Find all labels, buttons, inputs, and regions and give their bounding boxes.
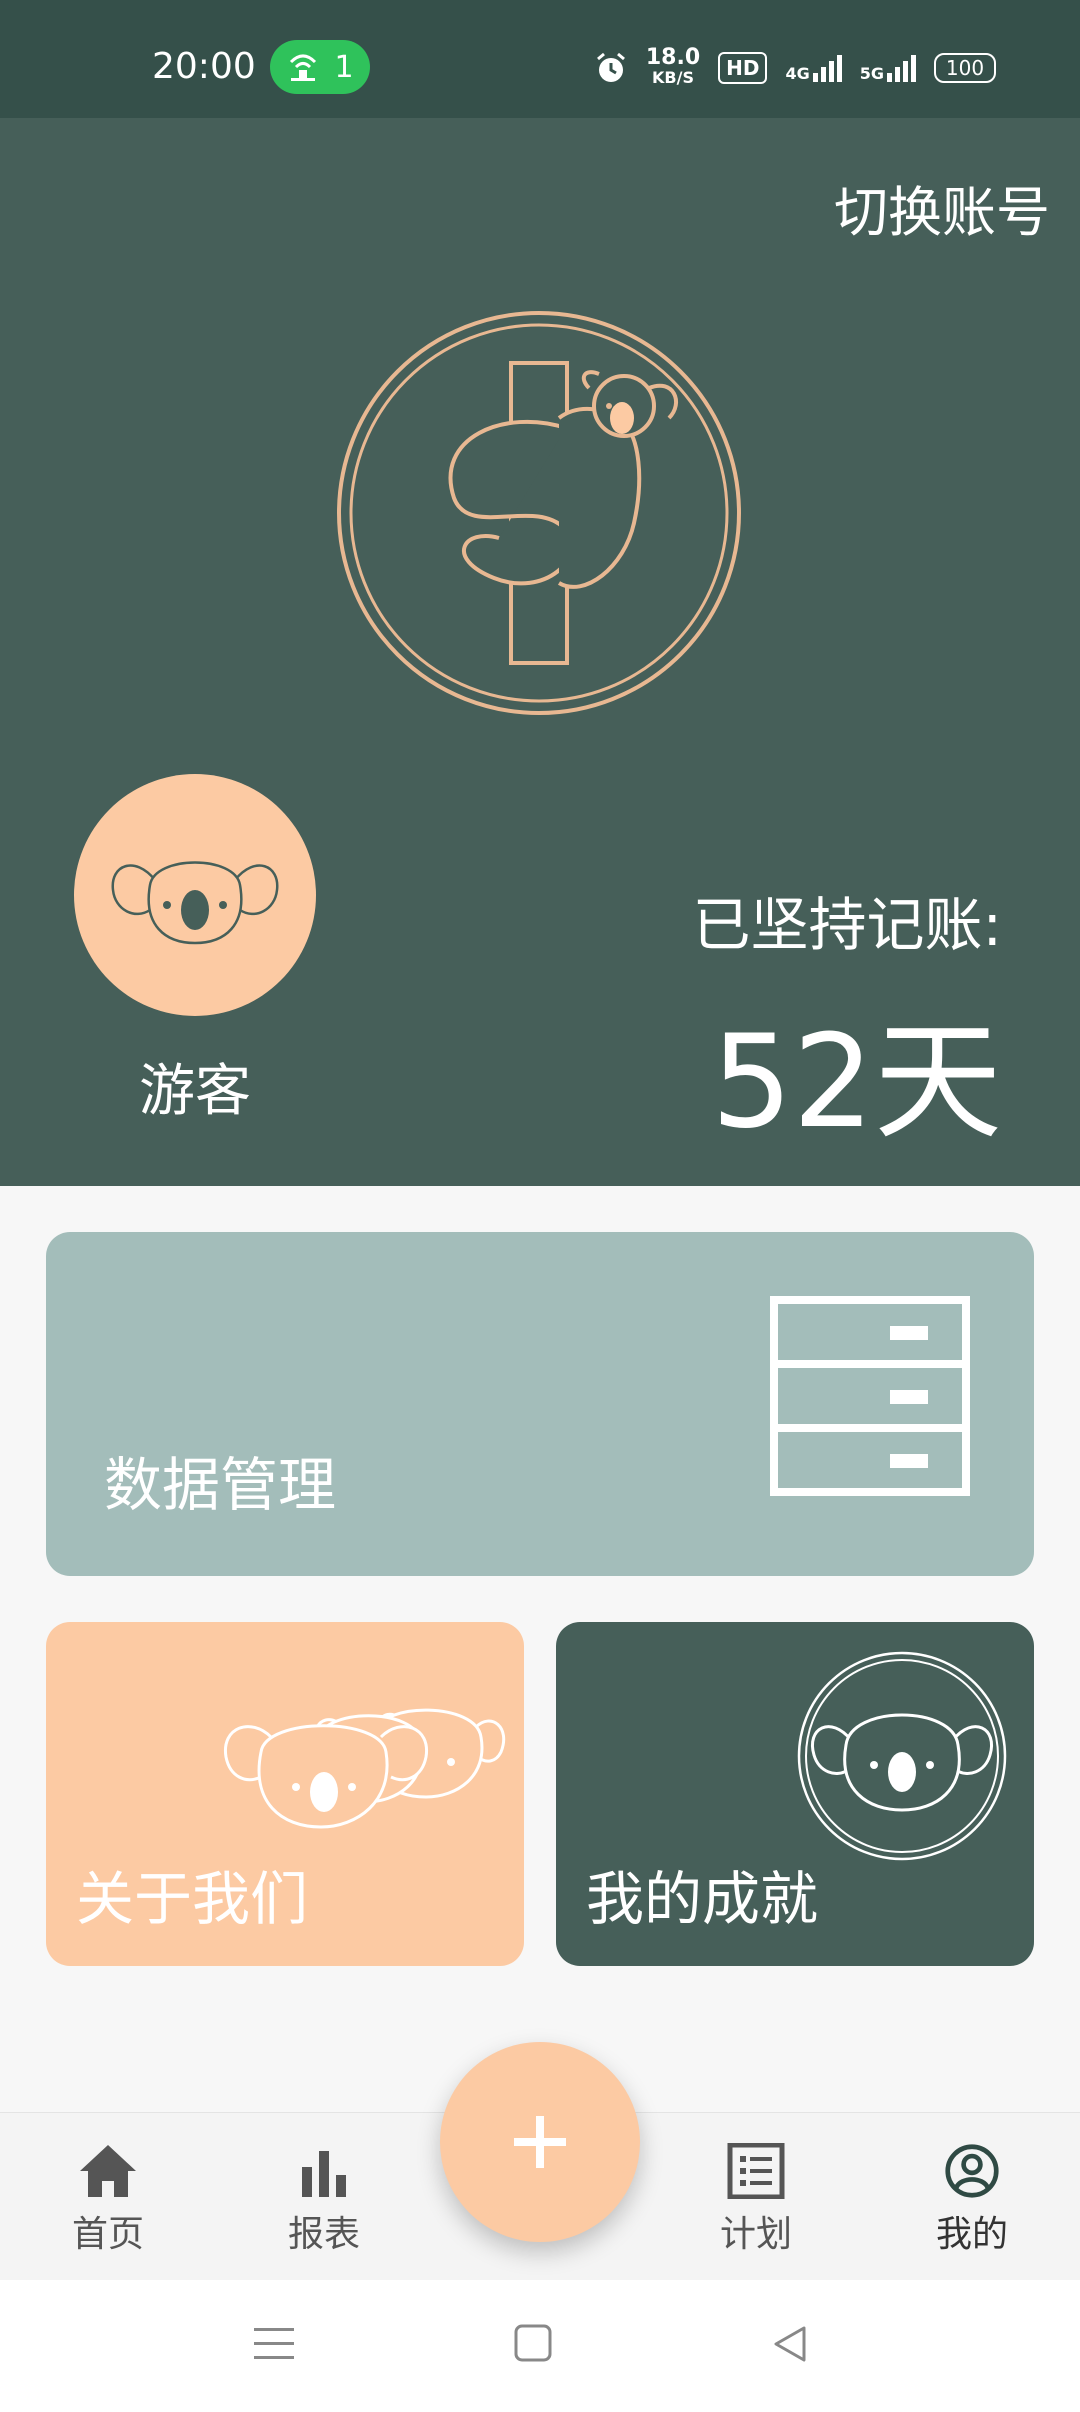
add-record-button[interactable] bbox=[440, 2042, 640, 2242]
signal-bars-icon bbox=[887, 55, 916, 82]
koala-group-icon bbox=[224, 1708, 506, 1829]
hotspot-indicator: 1 bbox=[270, 40, 370, 94]
streak-label: 已坚持记账: bbox=[692, 891, 1002, 959]
back-icon[interactable] bbox=[770, 2324, 810, 2364]
alarm-icon bbox=[596, 52, 625, 82]
net-speed: 18.0 KB/S bbox=[645, 45, 701, 88]
system-nav-bar bbox=[0, 2280, 1080, 2412]
nav-item-plan[interactable]: 计划 bbox=[686, 2143, 826, 2257]
koala-avatar-icon bbox=[111, 861, 279, 945]
streak-value: 52天 bbox=[711, 1008, 1002, 1157]
about-us-card[interactable]: 关于我们 bbox=[46, 1622, 524, 1966]
nav-label-home: 首页 bbox=[71, 2214, 144, 2255]
switch-account-button[interactable]: 切换账号 bbox=[834, 168, 1050, 247]
home-square-icon[interactable] bbox=[514, 2324, 552, 2362]
data-management-label: 数据管理 bbox=[104, 1451, 337, 1519]
koala-badge-icon bbox=[797, 1651, 1007, 1861]
profile-icon bbox=[945, 2144, 999, 2198]
avatar[interactable] bbox=[74, 774, 316, 1016]
data-management-card[interactable]: 数据管理 bbox=[46, 1232, 1034, 1576]
list-icon bbox=[727, 2143, 785, 2199]
signal-4g: 4G bbox=[785, 53, 842, 83]
nav-item-mine[interactable]: 我的 bbox=[902, 2143, 1042, 2257]
status-bar: 20:00 1 18.0 KB/S HD 4G 5G 100 bbox=[0, 0, 1080, 118]
nav-item-home[interactable]: 首页 bbox=[38, 2143, 178, 2257]
hd-badge: HD bbox=[718, 52, 768, 84]
nav-label-report: 报表 bbox=[287, 2214, 360, 2255]
status-icons: 18.0 KB/S HD 4G 5G 100 bbox=[594, 45, 996, 88]
koala-logo-icon bbox=[337, 311, 741, 715]
profile-header: 切换账号 游客 已坚持记账: 52天 bbox=[0, 118, 1080, 1186]
menu-icon[interactable] bbox=[254, 2326, 294, 2362]
cabinet-icon bbox=[770, 1296, 970, 1496]
achievements-label: 我的成就 bbox=[586, 1865, 819, 1933]
achievements-card[interactable]: 我的成就 bbox=[556, 1622, 1034, 1966]
hotspot-count: 1 bbox=[334, 49, 354, 85]
signal-5g: 5G bbox=[860, 53, 916, 83]
battery-indicator: 100 bbox=[934, 53, 996, 83]
nav-label-mine: 我的 bbox=[935, 2214, 1008, 2255]
nav-item-report[interactable]: 报表 bbox=[254, 2143, 394, 2257]
nav-label-plan: 计划 bbox=[719, 2214, 792, 2255]
bar-chart-icon bbox=[302, 2151, 346, 2197]
user-name: 游客 bbox=[139, 1059, 251, 1124]
plus-icon bbox=[514, 2116, 566, 2168]
about-us-label: 关于我们 bbox=[76, 1865, 309, 1933]
hotspot-icon bbox=[290, 54, 317, 81]
signal-bars-icon bbox=[812, 55, 842, 82]
status-time: 20:00 bbox=[152, 46, 256, 87]
home-icon bbox=[80, 2145, 136, 2197]
